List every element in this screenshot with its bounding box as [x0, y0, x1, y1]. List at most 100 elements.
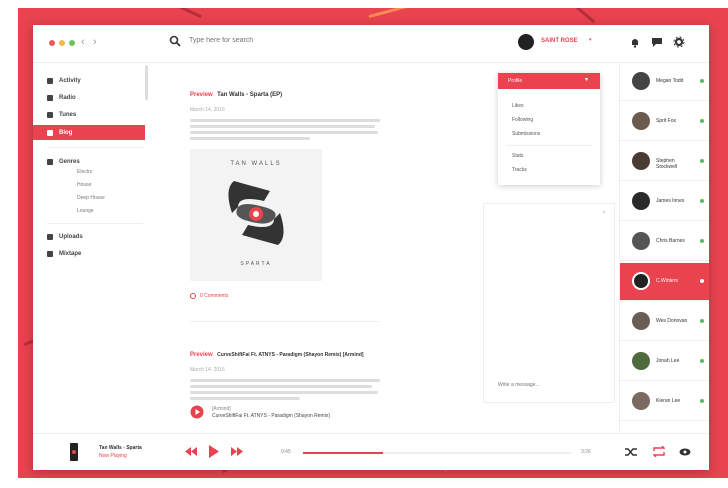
chevron-down-icon[interactable]: ▾ — [589, 37, 592, 43]
back-arrow-icon[interactable]: ‹ — [81, 36, 85, 48]
app-window: ‹ › SAINT ROSE ▾ Activity Radio — [33, 25, 709, 470]
avatar — [632, 312, 650, 330]
volume-icon[interactable] — [679, 447, 691, 457]
friend-item[interactable]: Sprit Fox — [620, 103, 709, 141]
current-time: 0:45 — [281, 449, 291, 455]
dropdown-header[interactable]: Profile ▾ — [498, 73, 600, 89]
dropdown-item-likes[interactable]: Likes — [512, 103, 524, 109]
friend-name: Kieran Lee — [656, 398, 681, 404]
friend-item[interactable]: Kieran Lee — [620, 383, 709, 421]
friend-name: Jonah Lee — [656, 358, 680, 364]
divider — [47, 223, 143, 224]
dropdown-item-following[interactable]: Following — [512, 117, 533, 123]
close-dot[interactable] — [49, 40, 55, 46]
friend-item[interactable]: Jonah Lee — [620, 343, 709, 381]
settings-icon[interactable] — [673, 36, 685, 48]
repeat-icon[interactable] — [653, 446, 665, 457]
messages-icon[interactable] — [651, 36, 663, 48]
divider — [506, 145, 592, 146]
friend-item[interactable]: Wes Donovan — [620, 303, 709, 341]
sidebar-item-label: Activity — [59, 77, 81, 84]
online-status — [700, 239, 704, 243]
progress-bar[interactable] — [303, 452, 571, 454]
uploads-icon — [47, 233, 53, 240]
post-body — [190, 119, 380, 140]
search-icon — [169, 35, 181, 47]
genre-electro[interactable]: Electro — [77, 169, 93, 175]
search-input[interactable] — [189, 37, 439, 44]
sidebar-item-label: Blog — [59, 129, 73, 136]
avatar — [632, 112, 650, 130]
user-name[interactable]: SAINT ROSE — [541, 38, 578, 44]
online-status — [700, 159, 704, 163]
sidebar-item-label: Uploads — [59, 233, 83, 240]
progress-fill — [303, 452, 384, 454]
user-avatar[interactable] — [518, 34, 534, 50]
album-title: SPARTA — [240, 261, 272, 267]
friend-item[interactable]: Megan Todd — [620, 63, 709, 101]
avatar — [632, 272, 650, 290]
post-date: March 14, 2016 — [190, 107, 225, 113]
sidebar-item-genres[interactable]: Genres — [33, 154, 145, 169]
online-status — [700, 319, 704, 323]
post-title[interactable]: CurveShiftFai Ft. ATNYS - Paradigm (Shay… — [217, 352, 363, 358]
notification-icon[interactable] — [629, 36, 641, 48]
friend-item-active[interactable]: C.Winters — [620, 263, 709, 301]
dropdown-item-tracks[interactable]: Tracks — [512, 167, 527, 173]
avatar — [632, 192, 650, 210]
dropdown-item-submissions[interactable]: Submissions — [512, 131, 540, 137]
sidebar-item-label: Tunes — [59, 111, 77, 118]
next-icon[interactable] — [231, 447, 243, 456]
activity-icon — [47, 77, 53, 84]
album-cover[interactable]: TAN WALLS SPARTA — [190, 149, 322, 281]
sidebar-item-mixtape[interactable]: Mixtape — [33, 246, 145, 261]
sidebar-item-label: Mixtape — [59, 250, 82, 257]
album-logo-icon — [228, 181, 284, 245]
shuffle-icon[interactable] — [625, 447, 637, 457]
window-controls — [49, 40, 75, 46]
post-tag: Preview — [190, 92, 213, 98]
album-artist: TAN WALLS — [230, 161, 282, 167]
genres-icon — [47, 158, 53, 165]
top-bar: ‹ › SAINT ROSE ▾ — [33, 25, 709, 63]
forward-arrow-icon[interactable]: › — [93, 36, 97, 48]
track-label: [Armind] — [212, 406, 231, 412]
sidebar-item-radio[interactable]: Radio — [33, 90, 145, 105]
maximize-dot[interactable] — [69, 40, 75, 46]
genre-deep-house[interactable]: Deep House — [77, 195, 105, 201]
friend-name: James Innes — [656, 198, 685, 204]
sidebar-item-activity[interactable]: Activity — [33, 73, 145, 88]
chat-message-input[interactable] — [498, 380, 608, 390]
post: Preview Tan Walls - Sparta (EP) March 14… — [190, 83, 410, 143]
chat-close-icon[interactable]: ✕ — [602, 210, 606, 216]
sidebar-item-uploads[interactable]: Uploads — [33, 229, 145, 244]
friend-item[interactable]: Chris Barnes — [620, 223, 709, 261]
friend-name: C.Winters — [656, 278, 678, 284]
play-circle-icon[interactable] — [190, 405, 204, 419]
post-title[interactable]: Tan Walls - Sparta (EP) — [217, 92, 282, 98]
genre-house[interactable]: House — [77, 182, 91, 188]
now-playing-title: Tan Walls - Sparta — [99, 445, 142, 451]
sidebar-item-label: Radio — [59, 94, 76, 101]
play-icon[interactable] — [209, 445, 219, 458]
previous-icon[interactable] — [185, 447, 197, 456]
album-thumb-icon[interactable] — [67, 443, 81, 461]
minimize-dot[interactable] — [59, 40, 65, 46]
sidebar-item-blog[interactable]: Blog — [33, 125, 145, 140]
blog-icon — [47, 129, 53, 136]
sidebar-scrollbar[interactable] — [145, 65, 148, 100]
online-status — [700, 199, 704, 203]
now-playing-status: Now Playing — [99, 453, 127, 459]
avatar — [632, 72, 650, 90]
tunes-icon — [47, 111, 53, 118]
sidebar-item-tunes[interactable]: Tunes — [33, 107, 145, 122]
comments-link[interactable]: 0 Comments — [190, 293, 228, 299]
genre-lounge[interactable]: Lounge — [77, 208, 94, 214]
dropdown-item-stats[interactable]: Stats — [512, 153, 523, 159]
sidebar: Activity Radio Tunes Blog Genres Electro… — [33, 63, 145, 433]
post: Preview CurveShiftFai Ft. ATNYS - Paradi… — [190, 343, 420, 403]
track-title: CurveShiftFai Ft. ATNYS - Paradigm (Shay… — [212, 413, 330, 419]
friend-item[interactable]: James Innes — [620, 183, 709, 221]
friend-item[interactable]: Stephen Stockwell — [620, 143, 709, 181]
radio-icon — [47, 94, 53, 101]
